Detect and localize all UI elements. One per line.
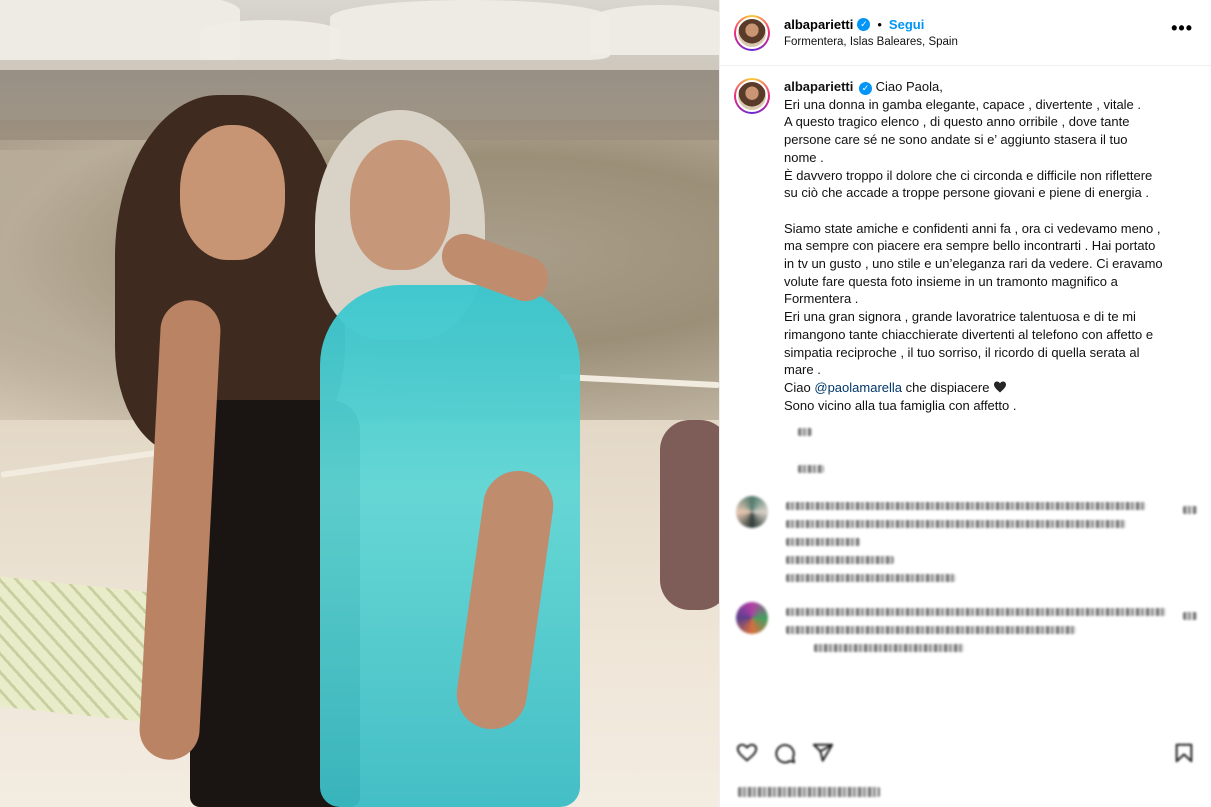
likes-count-blurred[interactable] [720, 777, 1211, 807]
comment-like-icon[interactable] [1183, 506, 1197, 515]
verified-badge-icon: ✓ [857, 18, 871, 31]
post-actions-bar [720, 727, 1211, 777]
caption-line-text: Ciao Paola, [875, 79, 943, 94]
post-side-panel: albaparietti ✓ • Segui Formentera, Islas… [719, 0, 1211, 807]
bookmark-icon[interactable] [1173, 742, 1195, 764]
comment-item [734, 496, 1197, 583]
caption-line: Siamo state amiche e confidenti anni fa … [784, 220, 1161, 236]
ciao-suffix-text: che dispiacere [905, 379, 990, 395]
comment-body-blurred [786, 496, 1146, 583]
ciao-text: Ciao [784, 379, 811, 395]
caption-line: ma sempre con piacere era sempre bello i… [784, 238, 1156, 254]
caption-line: A questo tragico elenco , di questo anno… [784, 114, 1130, 130]
comments-scroll-area[interactable]: albaparietti ✓ Ciao Paola, Eri una donna… [720, 66, 1211, 727]
author-avatar[interactable] [734, 14, 770, 51]
comment-body-blurred [786, 602, 1166, 653]
comment-like-icon[interactable] [1183, 612, 1197, 621]
comment-icon[interactable] [774, 742, 796, 764]
post-photo[interactable] [0, 0, 719, 807]
more-options-icon[interactable]: ••• [1171, 19, 1193, 37]
heart-outline-icon[interactable] [736, 742, 758, 764]
caption-line: mare . [784, 362, 821, 378]
caption-line: È davvero troppo il dolore che ci circon… [784, 167, 1153, 183]
caption-line: Eri una gran signora , grande lavoratric… [784, 309, 1136, 325]
photo-woman-right-face [350, 140, 450, 270]
comment-item [734, 602, 1197, 653]
photo-umbrella [590, 5, 719, 55]
caption-line: Ciao @paolamarella che dispiacere [784, 379, 1184, 397]
caption-line: simpatia reciproche , il tuo sorriso, il… [784, 344, 1140, 360]
author-username[interactable]: albaparietti [784, 17, 853, 32]
commenter-avatar[interactable] [736, 496, 768, 529]
caption-line: nome . [784, 149, 824, 165]
caption-line: in tv un gusto , uno stile e un’eleganza… [784, 256, 1163, 272]
caption-line: su ciò che accade a troppe persone giova… [784, 185, 1149, 201]
black-heart-icon [994, 381, 1007, 393]
caption-line: Sono vicino alla tua famiglia con affett… [784, 397, 1017, 413]
caption-text: albaparietti ✓ Ciao Paola, Eri una donna… [784, 78, 1184, 414]
photo-umbrella [200, 20, 340, 60]
caption-line: volute fare questa foto insieme in un tr… [784, 273, 1118, 289]
caption-line: albaparietti ✓ Ciao Paola, [784, 78, 1184, 96]
caption-line: rimangono tante chiacchierate divertenti… [784, 326, 1154, 342]
photo-umbrella [330, 0, 610, 60]
share-icon[interactable] [812, 742, 834, 764]
caption-author-avatar[interactable] [734, 78, 770, 114]
caption-line: Eri una donna in gamba elegante, capace … [784, 96, 1142, 112]
follow-button[interactable]: Segui [889, 17, 924, 32]
post-location[interactable]: Formentera, Islas Baleares, Spain [784, 36, 958, 48]
separator-dot: • [877, 17, 882, 32]
photo-woman-left-face [180, 125, 285, 260]
mention-link[interactable]: @paolamarella [814, 380, 902, 395]
caption-timestamp-blurred [798, 424, 1197, 439]
caption-username[interactable]: albaparietti [784, 79, 853, 94]
post-caption: albaparietti ✓ Ciao Paola, Eri una donna… [734, 78, 1197, 414]
caption-line: Formentera . [784, 291, 859, 307]
header-text: albaparietti ✓ • Segui Formentera, Islas… [784, 17, 958, 48]
photo-towel [0, 576, 160, 724]
commenter-avatar[interactable] [736, 602, 768, 635]
photo-child [660, 420, 719, 610]
verified-badge-icon: ✓ [858, 82, 872, 95]
caption-meta-blurred [798, 461, 1197, 476]
instagram-post: albaparietti ✓ • Segui Formentera, Islas… [0, 0, 1211, 807]
post-header: albaparietti ✓ • Segui Formentera, Islas… [720, 0, 1211, 66]
caption-line [784, 202, 1184, 220]
caption-line: persone care sé ne sono andate si e’ agg… [784, 132, 1128, 148]
